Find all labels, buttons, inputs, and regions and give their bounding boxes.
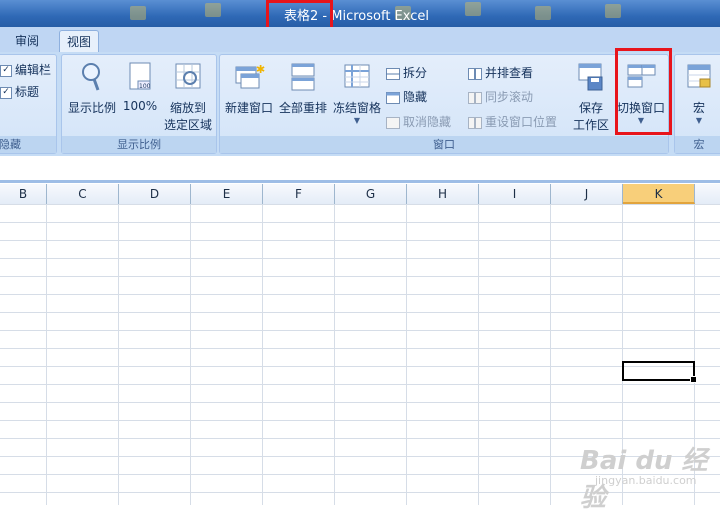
title-app: Microsoft Excel bbox=[331, 9, 429, 24]
side-by-side-icon bbox=[468, 67, 482, 80]
split-button[interactable]: 拆分 bbox=[386, 63, 427, 83]
tab-review[interactable]: 审阅 bbox=[8, 30, 46, 52]
freeze-panes-dropdown-icon: ▼ bbox=[353, 116, 361, 125]
new-window-label: 新建窗口 bbox=[224, 101, 273, 115]
column-header-row: B C D E F G H I J K bbox=[0, 184, 720, 205]
macros-label: 宏 bbox=[692, 101, 705, 115]
arrange-all-icon bbox=[291, 63, 315, 91]
arrange-all-button[interactable]: 全部重排 bbox=[276, 61, 330, 116]
switch-windows-highlight-box bbox=[615, 48, 672, 135]
formula-bar-checkbox[interactable]: ✓ 编辑栏 bbox=[0, 60, 51, 80]
freeze-panes-icon bbox=[344, 64, 370, 88]
magnifier-icon bbox=[82, 63, 100, 91]
arrange-all-label: 全部重排 bbox=[278, 101, 327, 115]
column-header-j[interactable]: J bbox=[551, 184, 623, 204]
new-window-icon: ✱ bbox=[235, 63, 265, 89]
title-highlight-box bbox=[266, 0, 333, 27]
column-header-e[interactable]: E bbox=[191, 184, 263, 204]
unhide-window-icon bbox=[386, 116, 400, 129]
hide-label: 隐藏 bbox=[403, 90, 428, 104]
sync-scroll-label: 同步滚动 bbox=[485, 90, 534, 104]
zoom-group-label: 显示比例 bbox=[62, 136, 216, 153]
svg-text:100: 100 bbox=[139, 83, 151, 90]
zoom-selection-label-1: 缩放到 bbox=[169, 101, 206, 115]
macros-icon bbox=[687, 64, 711, 88]
ribbon: ✓ 编辑栏 ✓ 标题 隐藏 显示比例 100 100% 缩放到 选定区域 显示比… bbox=[0, 52, 720, 157]
view-side-by-side-button[interactable]: 并排查看 bbox=[468, 63, 533, 83]
hide-button[interactable]: 隐藏 bbox=[386, 87, 427, 107]
column-header-d[interactable]: D bbox=[119, 184, 191, 204]
macros-button[interactable]: 宏 ▼ bbox=[677, 61, 720, 125]
save-workspace-label-1: 保存 bbox=[578, 101, 603, 115]
zoom-button[interactable]: 显示比例 bbox=[66, 61, 118, 116]
ribbon-tab-row: 审阅 视图 bbox=[0, 27, 720, 53]
save-workspace-icon bbox=[578, 63, 603, 91]
save-workspace-button[interactable]: 保存 工作区 bbox=[569, 61, 613, 133]
column-header-c[interactable]: C bbox=[47, 184, 119, 204]
macros-dropdown-icon: ▼ bbox=[695, 116, 703, 125]
new-window-button[interactable]: ✱ 新建窗口 bbox=[223, 61, 275, 116]
window-group-label: 窗口 bbox=[220, 136, 668, 153]
hide-window-icon bbox=[386, 91, 400, 104]
window-group: ✱ 新建窗口 全部重排 冻结窗格 ▼ 拆分 隐藏 取消隐藏 并排查看 同步滚动 … bbox=[219, 54, 669, 154]
unhide-label: 取消隐藏 bbox=[403, 115, 452, 129]
column-header-k[interactable]: K bbox=[623, 184, 695, 204]
svg-text:✱: ✱ bbox=[256, 63, 265, 76]
macros-group-label: 宏 bbox=[675, 136, 720, 153]
column-header-g[interactable]: G bbox=[335, 184, 407, 204]
column-header-h[interactable]: H bbox=[407, 184, 479, 204]
split-label: 拆分 bbox=[403, 66, 428, 80]
zoom-100-label: 100% bbox=[122, 99, 158, 113]
zoom-to-selection-button[interactable]: 缩放到 选定区域 bbox=[160, 61, 216, 133]
reset-position-icon bbox=[468, 116, 482, 129]
show-hide-group: ✓ 编辑栏 ✓ 标题 隐藏 bbox=[0, 54, 57, 154]
headings-checkbox[interactable]: ✓ 标题 bbox=[0, 82, 39, 102]
column-header-b[interactable]: B bbox=[0, 184, 47, 204]
zoom-selection-label-2: 选定区域 bbox=[163, 118, 212, 132]
active-cell[interactable] bbox=[622, 361, 697, 383]
save-workspace-label-2: 工作区 bbox=[572, 118, 609, 132]
zoom-selection-icon bbox=[175, 63, 201, 89]
reset-position-label: 重设窗口位置 bbox=[485, 115, 558, 129]
zoom-label: 显示比例 bbox=[67, 101, 116, 115]
freeze-panes-button[interactable]: 冻结窗格 ▼ bbox=[331, 61, 383, 125]
sync-scroll-button: 同步滚动 bbox=[468, 87, 533, 107]
side-by-side-label: 并排查看 bbox=[485, 66, 534, 80]
show-hide-group-label: 隐藏 bbox=[0, 136, 56, 153]
split-icon bbox=[386, 67, 400, 80]
column-header-i[interactable]: I bbox=[479, 184, 551, 204]
tab-view[interactable]: 视图 bbox=[59, 30, 100, 53]
column-header-f[interactable]: F bbox=[263, 184, 335, 204]
freeze-panes-label: 冻结窗格 bbox=[332, 101, 381, 115]
zoom-100-icon: 100 bbox=[129, 62, 151, 90]
zoom-100-button[interactable]: 100 100% bbox=[120, 61, 160, 113]
checkbox-icon: ✓ bbox=[0, 86, 12, 99]
headings-label: 标题 bbox=[15, 85, 40, 99]
reset-window-position-button: 重设窗口位置 bbox=[468, 112, 557, 132]
unhide-button: 取消隐藏 bbox=[386, 112, 451, 132]
zoom-group: 显示比例 100 100% 缩放到 选定区域 显示比例 bbox=[61, 54, 217, 154]
checkbox-icon: ✓ bbox=[0, 64, 12, 77]
title-bar: 表格2 - Microsoft Excel bbox=[0, 0, 720, 27]
fill-handle[interactable] bbox=[690, 376, 697, 383]
formula-bar-area bbox=[0, 156, 720, 186]
macros-group: 宏 ▼ 宏 bbox=[674, 54, 720, 154]
sync-scroll-icon bbox=[468, 91, 482, 104]
watermark-url: jingyan.baidu.com bbox=[595, 474, 697, 487]
formula-bar-label: 编辑栏 bbox=[15, 63, 52, 77]
